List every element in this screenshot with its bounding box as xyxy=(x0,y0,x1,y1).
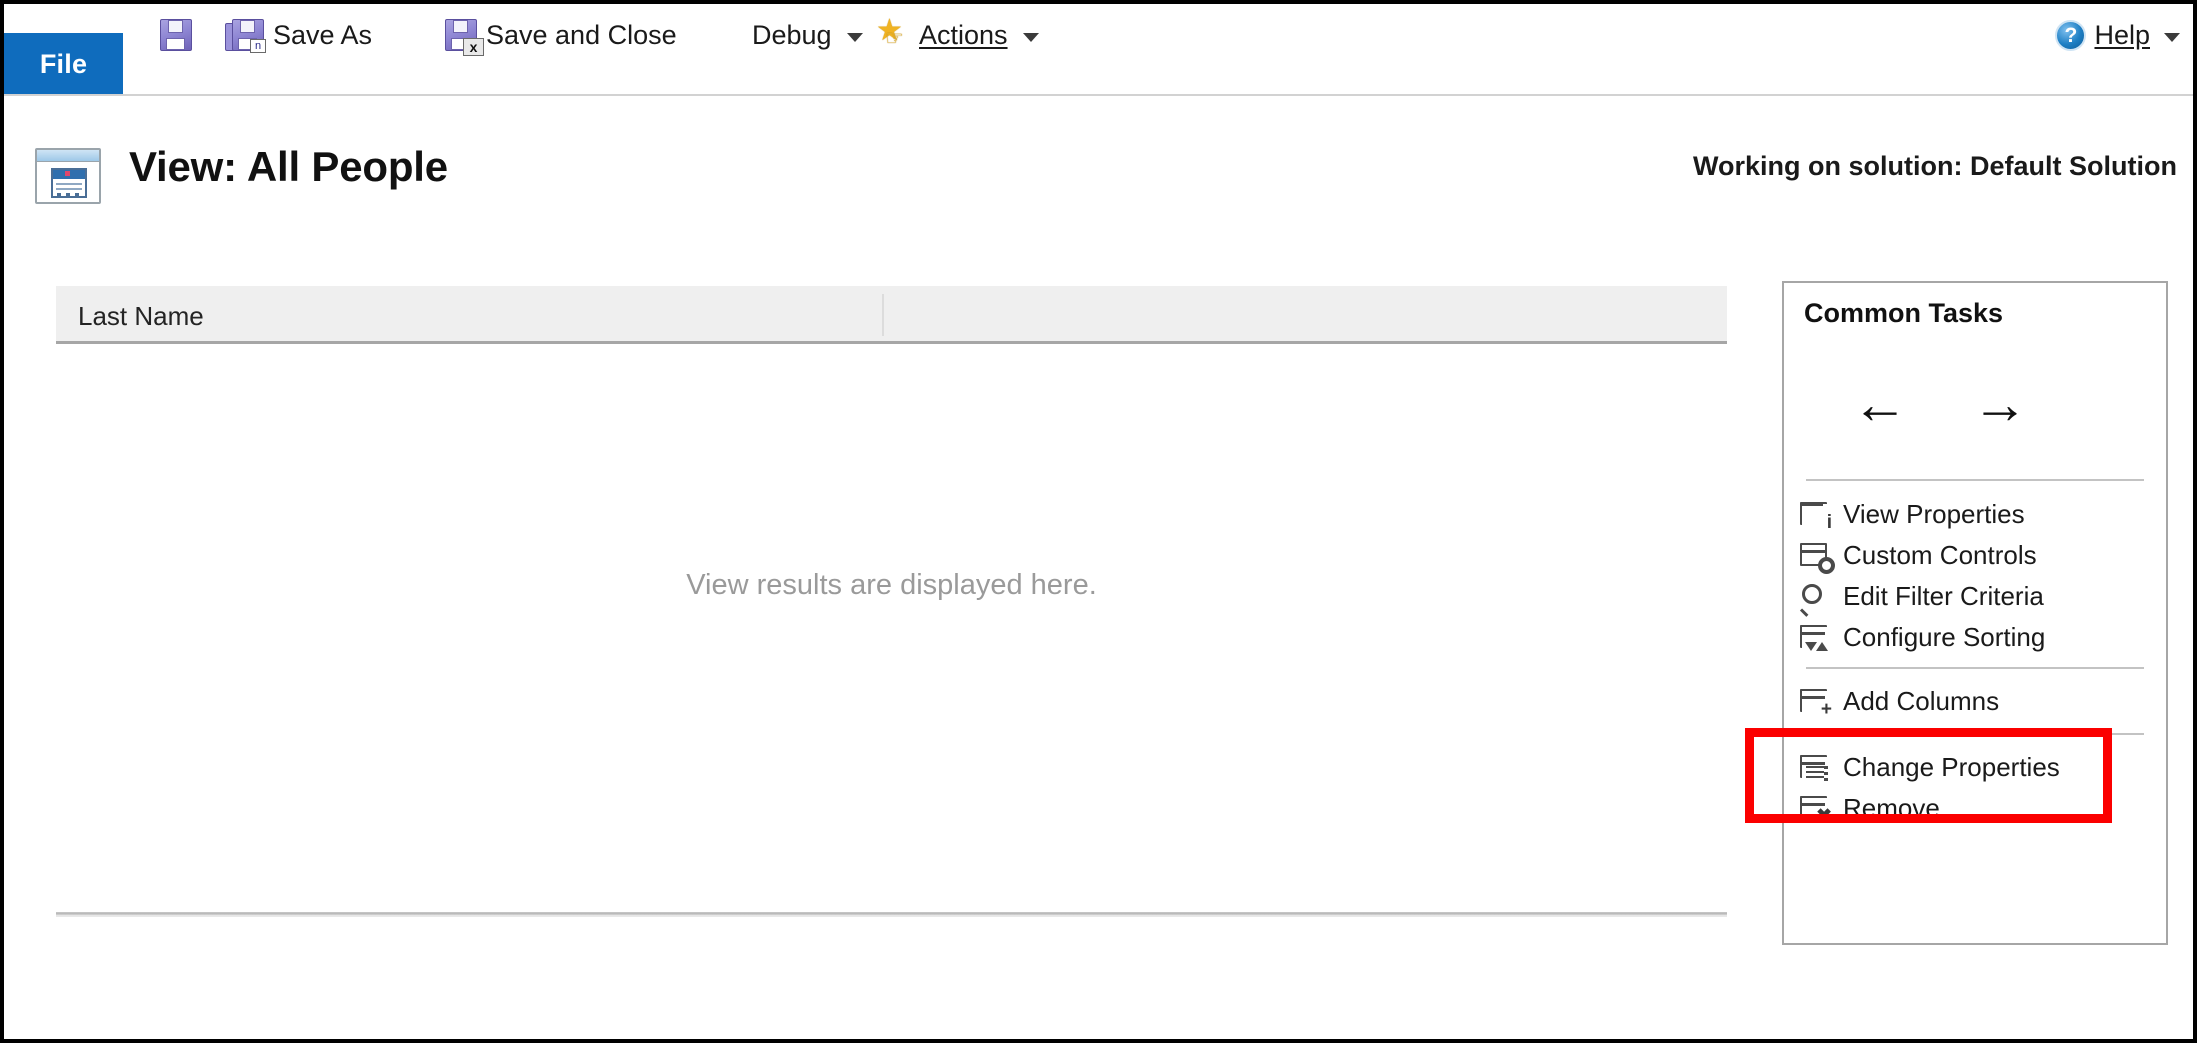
change-properties-icon xyxy=(1800,754,1830,782)
chevron-down-icon xyxy=(2164,32,2180,42)
grid-column-resizer[interactable] xyxy=(882,294,884,336)
view-properties-icon: i xyxy=(1800,501,1832,532)
move-right-arrow[interactable]: → xyxy=(1966,368,2034,440)
task-edit-filter-criteria[interactable]: Edit Filter Criteria xyxy=(1799,576,2160,617)
task-label: Change Properties xyxy=(1843,752,2060,782)
column-move-arrows: ← → xyxy=(1784,368,2166,456)
ribbon-toolbar: File n Save As x Save and Close Debug ★ … xyxy=(4,4,2193,96)
task-label: Configure Sorting xyxy=(1843,622,2046,652)
task-configure-sorting[interactable]: Configure Sorting xyxy=(1800,617,2160,658)
chevron-down-icon xyxy=(1022,32,1039,42)
save-and-close-button[interactable]: x Save and Close xyxy=(445,10,677,60)
solution-context-label: Working on solution: Default Solution xyxy=(1693,151,2177,181)
save-as-button[interactable]: n Save As xyxy=(225,10,373,60)
sort-icon xyxy=(1800,624,1830,652)
remove-column-icon: ✖ xyxy=(1800,795,1832,826)
panel-divider-2 xyxy=(1806,667,2144,669)
panel-divider-3 xyxy=(1806,733,2144,735)
common-tasks-panel: Common Tasks ← → i View Properties Custo… xyxy=(1782,281,2168,945)
save-as-floppy-icon: n xyxy=(225,19,266,53)
common-tasks-title: Common Tasks xyxy=(1804,298,2004,328)
save-floppy-icon xyxy=(160,19,192,51)
view-window-icon xyxy=(35,148,101,204)
grid-column-last-name[interactable]: Last Name xyxy=(78,301,204,332)
move-left-arrow[interactable]: ← xyxy=(1846,368,1914,440)
star-hand-icon: ★ ☞ xyxy=(876,14,904,50)
view-grid-header[interactable]: Last Name xyxy=(56,286,1727,344)
task-label: View Properties xyxy=(1843,499,2025,529)
save-and-close-label: Save and Close xyxy=(486,19,677,50)
magnifier-icon xyxy=(1799,583,1830,617)
actions-menu-button[interactable]: ★ ☞ Actions xyxy=(876,10,1039,60)
save-as-label: Save As xyxy=(273,19,373,50)
task-label: Add Columns xyxy=(1843,686,2000,716)
help-circle-icon: ? xyxy=(2055,19,2087,51)
task-change-properties[interactable]: Change Properties xyxy=(1800,747,2160,788)
actions-label: Actions xyxy=(919,19,1008,50)
task-label: Edit Filter Criteria xyxy=(1843,581,2044,611)
file-tab[interactable]: File xyxy=(4,33,123,96)
debug-menu-button[interactable]: Debug xyxy=(752,10,863,60)
custom-controls-icon xyxy=(1800,542,1835,574)
add-column-icon: + xyxy=(1800,688,1832,719)
save-button[interactable] xyxy=(160,10,201,60)
task-view-properties[interactable]: i View Properties xyxy=(1800,494,2160,535)
help-menu-button[interactable]: ? Help xyxy=(2055,11,2180,59)
save-and-close-floppy-icon: x xyxy=(445,19,484,56)
panel-divider-1 xyxy=(1806,479,2144,481)
page-header: View: All People Working on solution: De… xyxy=(4,96,2193,248)
grid-bottom-divider xyxy=(56,912,1727,917)
application-window: File n Save As x Save and Close Debug ★ … xyxy=(4,4,2193,1039)
task-remove[interactable]: ✖ Remove xyxy=(1800,788,2160,829)
debug-label: Debug xyxy=(752,19,832,50)
page-title: View: All People xyxy=(129,143,448,190)
task-label: Custom Controls xyxy=(1843,540,2037,570)
help-label: Help xyxy=(2094,19,2150,50)
chevron-down-icon xyxy=(846,32,863,42)
task-add-columns[interactable]: + Add Columns xyxy=(1800,681,2160,722)
task-custom-controls[interactable]: Custom Controls xyxy=(1800,535,2160,576)
grid-empty-message: View results are displayed here. xyxy=(686,569,1097,601)
task-label: Remove xyxy=(1843,793,1940,823)
